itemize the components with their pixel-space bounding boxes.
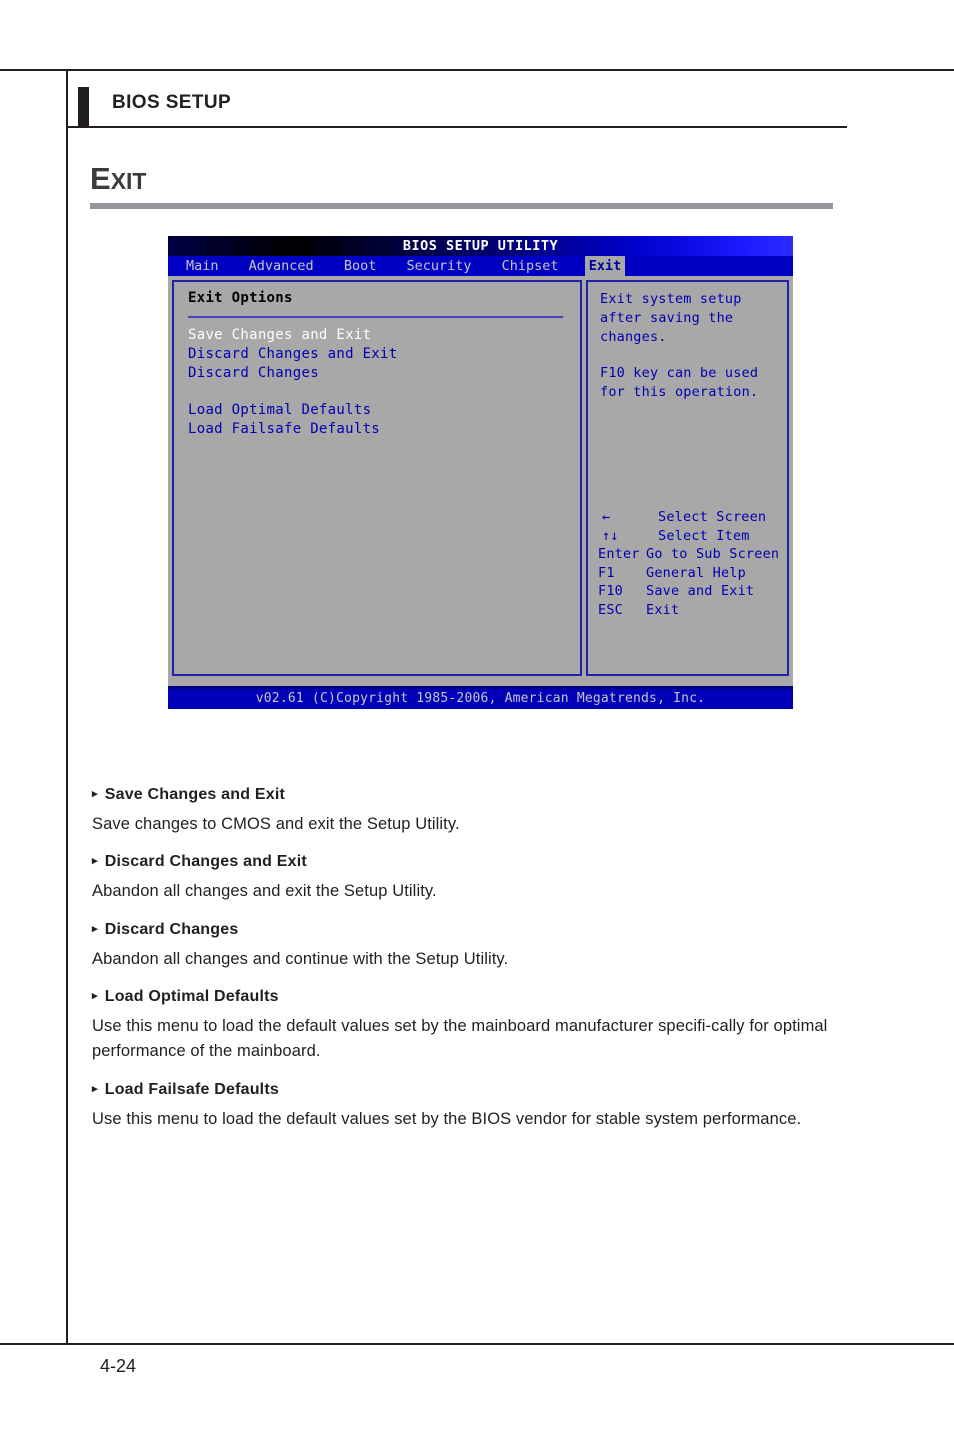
help-description: Exit system setup after saving the chang…: [600, 290, 785, 402]
description-body: Use this menu to load the default values…: [92, 1110, 802, 1128]
exit-options-list: Save Changes and Exit Discard Changes an…: [188, 326, 568, 439]
tab-chipset[interactable]: Chipset: [498, 256, 563, 276]
description-heading: ▸ Load Failsafe Defaults: [92, 1081, 852, 1099]
panel-heading: Exit Options: [188, 290, 293, 306]
description-heading: ▸ Save Changes and Exit: [92, 786, 852, 804]
option-save-changes-and-exit[interactable]: Save Changes and Exit: [188, 326, 568, 345]
triangle-bullet-icon: ▸: [92, 1083, 98, 1095]
bios-setup-screenshot: BIOS SETUP UTILITY Main Advanced Boot Se…: [168, 236, 793, 709]
key-f10: F10: [598, 583, 623, 599]
triangle-bullet-icon: ▸: [92, 788, 98, 800]
panel-divider-rule: [188, 316, 563, 318]
key-desc-select-item: Select Item: [658, 527, 750, 544]
help-line-3: changes.: [600, 329, 667, 345]
bios-menu-bar[interactable]: Main Advanced Boot Security Chipset Exit: [168, 256, 793, 276]
bios-footer-copyright: v02.61 (C)Copyright 1985-2006, American …: [168, 689, 793, 709]
key-desc-general-help: General Help: [646, 564, 746, 581]
page-left-rule: [66, 69, 68, 1344]
description-heading: ▸ Discard Changes and Exit: [92, 853, 852, 871]
triangle-bullet-icon: ▸: [92, 923, 98, 935]
description-load-optimal-defaults: ▸ Load Optimal Defaults Use this menu to …: [92, 988, 852, 1064]
tab-boot[interactable]: Boot: [340, 256, 381, 276]
triangle-bullet-icon: ▸: [92, 990, 98, 1002]
key-desc-go-to-sub-screen: Go to Sub Screen: [646, 546, 780, 562]
key-row-exit: ESC Exit: [598, 601, 788, 620]
help-panel: Exit system setup after saving the chang…: [586, 280, 789, 676]
tab-main[interactable]: Main: [182, 256, 223, 276]
description-heading-text: Discard Changes: [104, 921, 239, 938]
help-line-2: after saving the: [600, 310, 734, 326]
help-line-4: F10 key can be used: [600, 365, 759, 381]
key-esc: ESC: [598, 601, 623, 618]
up-down-arrow-icon: ↑↓: [602, 527, 619, 544]
description-body: Use this menu to load the default values…: [92, 1017, 828, 1060]
description-body: Abandon all changes and exit the Setup U…: [92, 882, 437, 900]
bios-title-bar: BIOS SETUP UTILITY: [168, 236, 793, 256]
help-line-1: Exit system setup: [600, 291, 742, 307]
tab-advanced[interactable]: Advanced: [245, 256, 318, 276]
chapter-underline: [68, 126, 847, 128]
help-spacer: [600, 347, 785, 364]
key-row-general-help: F1 General Help: [598, 564, 788, 583]
help-line-5: for this operation.: [600, 384, 759, 400]
option-discard-changes[interactable]: Discard Changes: [188, 364, 568, 383]
exit-options-panel: Exit Options Save Changes and Exit Disca…: [172, 280, 582, 676]
key-legend: ← Select Screen ↑↓ Select Item Enter Go to …: [598, 508, 788, 619]
description-heading: ▸ Load Optimal Defaults: [92, 988, 852, 1006]
page-bottom-rule: [0, 1343, 954, 1345]
page-title-rest: XIT: [110, 168, 147, 194]
key-desc-select-screen: Select Screen: [658, 509, 767, 525]
option-load-optimal-defaults[interactable]: Load Optimal Defaults: [188, 401, 568, 420]
chapter-title: BIOS SETUP: [112, 92, 232, 113]
option-load-failsafe-defaults[interactable]: Load Failsafe Defaults: [188, 420, 568, 439]
key-row-go-to-sub-screen: Enter Go to Sub Screen: [598, 545, 788, 564]
description-heading-text: Load Optimal Defaults: [104, 988, 279, 1005]
description-save-changes-and-exit: ▸ Save Changes and Exit Save changes to C…: [92, 786, 852, 837]
description-heading-text: Discard Changes and Exit: [104, 853, 307, 870]
section-rule: [90, 203, 833, 209]
option-discard-changes-and-exit[interactable]: Discard Changes and Exit: [188, 345, 568, 364]
key-row-save-and-exit: F10 Save and Exit: [598, 582, 788, 601]
description-discard-changes-and-exit: ▸ Discard Changes and Exit Abandon all ch…: [92, 853, 852, 904]
page-title: EXIT: [90, 163, 146, 197]
key-f1: F1: [598, 564, 615, 581]
triangle-bullet-icon: ▸: [92, 855, 98, 867]
description-heading-text: Save Changes and Exit: [104, 786, 285, 803]
page-number: 4-24: [100, 1356, 137, 1376]
tab-exit[interactable]: Exit: [584, 256, 626, 276]
chapter-marker-bar: [78, 87, 89, 126]
key-row-select-screen: ← Select Screen: [598, 508, 788, 527]
bios-body: Exit Options Save Changes and Exit Disca…: [168, 276, 793, 686]
description-body: Save changes to CMOS and exit the Setup …: [92, 815, 460, 833]
description-discard-changes: ▸ Discard Changes Abandon all changes and…: [92, 921, 852, 972]
key-enter: Enter: [598, 546, 640, 562]
left-right-arrow-icon: ←: [602, 509, 611, 525]
description-body: Abandon all changes and continue with th…: [92, 950, 509, 968]
key-desc-save-and-exit: Save and Exit: [646, 583, 755, 599]
tab-security[interactable]: Security: [402, 256, 475, 276]
key-row-select-item: ↑↓ Select Item: [598, 527, 788, 546]
page-title-initial: E: [90, 161, 111, 196]
description-load-failsafe-defaults: ▸ Load Failsafe Defaults Use this menu to…: [92, 1081, 852, 1132]
page-top-rule: [0, 69, 954, 71]
description-heading: ▸ Discard Changes: [92, 921, 852, 939]
description-heading-text: Load Failsafe Defaults: [104, 1081, 279, 1098]
key-desc-exit: Exit: [646, 601, 680, 618]
